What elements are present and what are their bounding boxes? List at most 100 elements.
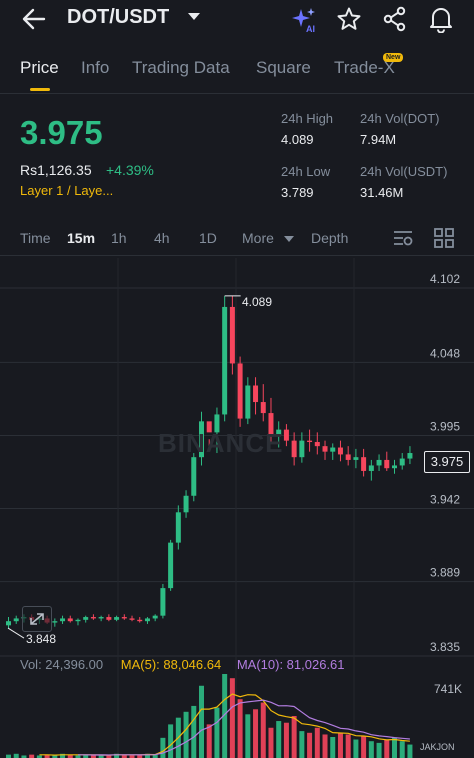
new-badge: New (383, 53, 404, 62)
candle-body (106, 617, 112, 620)
top-bar: DOT/USDT AI (0, 0, 474, 40)
attribution: JAKJON (420, 742, 455, 752)
low-marker-label: 3.848 (26, 632, 57, 646)
volume-bar (253, 709, 259, 758)
ma10-value: MA(10): 81,026.61 (236, 657, 345, 672)
candle-body (129, 618, 135, 620)
candle-body (222, 306, 228, 415)
volume-bar (13, 753, 19, 758)
candle-body (322, 446, 328, 452)
volume-bar (283, 722, 289, 758)
interval-1d[interactable]: 1D (199, 230, 217, 246)
candle-body (345, 454, 351, 460)
candle-body (160, 588, 166, 616)
price-tick-label: 4.102 (430, 272, 460, 286)
chevron-down-icon[interactable] (188, 13, 200, 20)
interval-1h[interactable]: 1h (111, 230, 127, 246)
candle-body (60, 618, 66, 622)
volume-bar (399, 741, 405, 758)
candle-body (83, 617, 89, 620)
candle-body (90, 617, 96, 619)
ai-badge: AI (306, 24, 315, 34)
volume-bar (183, 711, 189, 758)
volume-axis-max: 741K (434, 682, 463, 696)
layout-grid-icon[interactable] (433, 228, 455, 248)
pair-title[interactable]: DOT/USDT (67, 6, 169, 29)
candle-body (75, 619, 81, 622)
candle-body (229, 306, 235, 364)
tab-price[interactable]: Price (20, 58, 59, 78)
candles (6, 295, 413, 639)
vol-value: Vol: 24,396.00 (20, 657, 104, 672)
candle-body (361, 457, 367, 471)
bell-icon[interactable] (428, 5, 454, 33)
candle-body (6, 621, 11, 626)
volume-bars (6, 674, 413, 758)
ai-sparkle-icon[interactable]: AI (290, 6, 318, 34)
candle-body (299, 440, 305, 458)
share-icon[interactable] (382, 6, 408, 32)
candle-body (376, 459, 382, 466)
interval-15m[interactable]: 15m (67, 230, 95, 246)
volume-bar (368, 741, 374, 758)
high-label: 24h High (281, 111, 334, 126)
candle-body (175, 512, 181, 543)
candle-body (291, 440, 297, 458)
candle-body (52, 621, 58, 623)
low-label: 24h Low (281, 164, 331, 179)
volume-bar (29, 754, 35, 758)
volume-bar (260, 702, 266, 758)
price-tick-label: 3.889 (430, 566, 460, 580)
volume-bar (337, 732, 343, 758)
expand-arrows-icon (30, 613, 44, 625)
interval-more[interactable]: More (242, 230, 274, 246)
volume-bar (330, 737, 336, 758)
tab-trading-data[interactable]: Trading Data (132, 58, 230, 78)
volume-bar (314, 727, 320, 758)
volume-bar (345, 734, 351, 758)
volume-bar (353, 739, 359, 758)
volume-bar (214, 707, 220, 758)
tab-square[interactable]: Square (256, 58, 311, 78)
candle-body (245, 385, 251, 419)
indicator-settings-icon[interactable] (392, 228, 414, 248)
candle-body (330, 447, 336, 452)
candle-body (114, 617, 120, 620)
candle-body (98, 617, 104, 619)
interval-time[interactable]: Time (20, 230, 51, 246)
interval-4h[interactable]: 4h (154, 230, 170, 246)
volume-bar (307, 732, 313, 758)
last-price: 3.975 (20, 114, 103, 151)
candle-body (253, 385, 259, 403)
vol-base-value: 7.94M (360, 132, 397, 147)
star-icon[interactable] (336, 6, 362, 32)
volume-bar (229, 678, 235, 758)
tab-info[interactable]: Info (81, 58, 109, 78)
volume-bar (299, 731, 305, 758)
back-arrow-icon[interactable] (20, 6, 48, 32)
volume-bar (268, 727, 274, 758)
depth-tab[interactable]: Depth (311, 230, 348, 246)
volume-bar (276, 721, 282, 758)
candle-body (67, 618, 73, 622)
price-tick-label: 3.835 (430, 640, 460, 654)
volume-bar (160, 737, 166, 758)
active-tab-indicator (30, 88, 50, 91)
high-marker-label: 4.089 (242, 295, 273, 309)
ma5-value: MA(5): 88,046.64 (120, 657, 222, 672)
vol-quote-value: 31.46M (360, 185, 404, 200)
candle-body (307, 440, 313, 443)
candlestick-chart[interactable]: 4.102 4.048 3.995 3.942 3.889 3.835 (0, 258, 474, 758)
candle-body (13, 618, 19, 622)
candle-body (399, 458, 405, 466)
candle-body (191, 457, 197, 496)
sector-tag[interactable]: Layer 1 / Laye... (20, 183, 113, 198)
price-tick-label: 4.048 (430, 346, 460, 360)
volume-bar (245, 714, 251, 758)
ma10-line (78, 699, 410, 756)
candle-body (237, 363, 243, 419)
low-value: 3.789 (281, 185, 314, 200)
volume-bar (168, 724, 174, 758)
candle-body (337, 447, 343, 455)
fullscreen-expand-button[interactable] (22, 606, 52, 632)
